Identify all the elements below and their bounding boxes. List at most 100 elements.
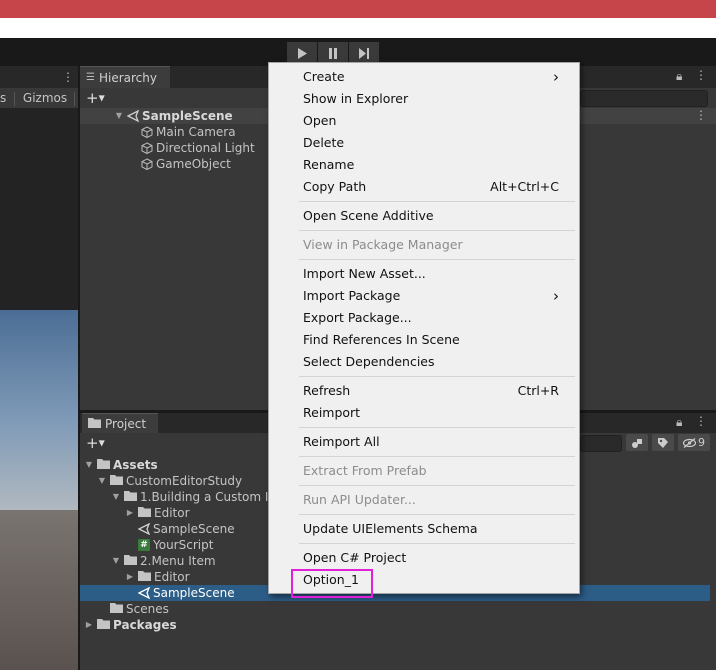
tree-item-samplescene[interactable]: SampleScene — [138, 521, 235, 537]
tab-project[interactable]: Project — [82, 413, 158, 433]
scene-more-icon[interactable]: ⋮ — [695, 108, 707, 122]
gizmos-prefix: s — [0, 91, 7, 105]
expand-arrow-icon[interactable]: ▼ — [84, 457, 94, 473]
step-button[interactable] — [349, 42, 379, 64]
menu-item-create[interactable]: Create › — [303, 66, 559, 88]
submenu-arrow-icon: › — [553, 68, 559, 86]
menu-item-copy-path[interactable]: Copy Path Alt+Ctrl+C — [303, 176, 559, 198]
step-icon — [358, 47, 369, 59]
menu-item-rename[interactable]: Rename — [303, 154, 559, 176]
collapse-arrow-icon[interactable]: ▶ — [84, 617, 94, 633]
menu-item-label: Open Scene Additive — [303, 208, 434, 223]
menu-item-label: Show in Explorer — [303, 91, 409, 106]
menu-separator — [299, 201, 575, 202]
submenu-arrow-icon: › — [553, 287, 559, 305]
expand-arrow-icon[interactable]: ▼ — [97, 473, 107, 489]
menu-item-open-csharp-project[interactable]: Open C# Project — [303, 547, 559, 569]
unity-scene-icon — [138, 587, 150, 599]
folder-icon — [110, 601, 123, 617]
hierarchy-item-label: Directional Light — [156, 141, 255, 155]
gizmos-button[interactable]: Gizmos — [23, 91, 67, 105]
play-button[interactable] — [287, 42, 317, 64]
pause-icon — [329, 47, 337, 59]
menu-item-open[interactable]: Open — [303, 110, 559, 132]
menu-separator — [299, 456, 575, 457]
tree-item-label: Editor — [154, 570, 190, 584]
tree-item-label: 2.Menu Item — [140, 554, 216, 568]
hierarchy-scene-item[interactable]: ▼ SampleScene — [114, 108, 233, 124]
project-add-button[interactable]: +▼ — [86, 434, 105, 452]
menu-item-refresh[interactable]: Refresh Ctrl+R — [303, 380, 559, 402]
menu-item-label: Select Dependencies — [303, 354, 435, 369]
hierarchy-item[interactable]: Main Camera — [141, 124, 236, 140]
tree-item-label: SampleScene — [153, 586, 235, 600]
collapse-arrow-icon[interactable]: ▶ — [125, 569, 135, 585]
tree-item-assets[interactable]: ▼ Assets — [84, 457, 158, 473]
menu-item-import-new-asset[interactable]: Import New Asset... — [303, 263, 559, 285]
project-search-input[interactable] — [580, 435, 622, 452]
chevron-down-icon: ▼ — [98, 438, 105, 448]
menu-separator — [299, 543, 575, 544]
hidden-packages-toggle[interactable]: 9 — [678, 434, 710, 451]
menu-item-import-package[interactable]: Import Package › — [303, 285, 559, 307]
tab-hierarchy[interactable]: ☰ Hierarchy — [80, 66, 170, 88]
hierarchy-item[interactable]: GameObject — [141, 156, 231, 172]
hierarchy-item[interactable]: Directional Light — [141, 140, 255, 156]
menu-item-reimport-all[interactable]: Reimport All — [303, 431, 559, 453]
tree-item-editor[interactable]: ▶ Editor — [125, 569, 190, 585]
menu-item-export-package[interactable]: Export Package... — [303, 307, 559, 329]
unity-scene-icon — [138, 523, 150, 535]
collapse-arrow-icon[interactable]: ▶ — [125, 505, 135, 521]
menu-separator — [299, 376, 575, 377]
search-by-label-button[interactable] — [652, 434, 674, 451]
tree-item-custom-editor-study[interactable]: ▼ CustomEditorStudy — [97, 473, 242, 489]
gameobject-cube-icon — [141, 126, 153, 138]
menu-item-label: Run API Updater... — [303, 492, 416, 507]
expand-arrow-icon[interactable]: ▼ — [111, 553, 121, 569]
scene-skybox — [0, 310, 78, 510]
gizmos-control[interactable]: s Gizmos ▼ — [0, 89, 89, 107]
menu-item-label: Update UIElements Schema — [303, 521, 478, 536]
menu-item-open-scene-additive[interactable]: Open Scene Additive — [303, 205, 559, 227]
tree-item-menu-item[interactable]: ▼ 2.Menu Item — [111, 553, 216, 569]
menu-item-reimport[interactable]: Reimport — [303, 402, 559, 424]
menu-item-label: Rename — [303, 157, 355, 172]
menu-item-label: Import New Asset... — [303, 266, 426, 281]
folder-open-icon — [110, 473, 123, 489]
tree-item-packages[interactable]: ▶ Packages — [84, 617, 177, 633]
tree-item-samplescene-selected[interactable]: SampleScene — [138, 585, 235, 601]
expand-arrow-icon[interactable]: ▼ — [114, 108, 124, 124]
expand-arrow-icon[interactable]: ▼ — [111, 489, 121, 505]
scene-more-icon[interactable]: ⋮ — [62, 70, 74, 84]
hierarchy-tab-label: Hierarchy — [98, 70, 157, 85]
tree-item-editor[interactable]: ▶ Editor — [125, 505, 190, 521]
tree-item-yourscript[interactable]: # YourScript — [138, 537, 213, 553]
hierarchy-more-icon[interactable]: ⋮ — [695, 68, 707, 82]
lock-icon[interactable]: 🔒︎ — [676, 415, 682, 430]
search-by-type-button[interactable] — [626, 434, 648, 451]
tree-item-label: 1.Building a Custom Ins — [140, 490, 283, 504]
menu-bar — [0, 18, 716, 38]
hidden-packages-count: 9 — [698, 436, 705, 449]
menu-item-label: Copy Path — [303, 179, 367, 194]
pause-button[interactable] — [318, 42, 348, 64]
add-label: + — [86, 89, 99, 107]
menu-item-find-references[interactable]: Find References In Scene — [303, 329, 559, 351]
project-more-icon[interactable]: ⋮ — [695, 414, 707, 428]
hierarchy-add-button[interactable]: +▼ — [86, 89, 105, 107]
csharp-script-icon: # — [138, 539, 150, 551]
hierarchy-item-label: GameObject — [156, 157, 231, 171]
menu-separator — [299, 514, 575, 515]
lock-icon[interactable]: 🔒︎ — [676, 69, 682, 84]
tree-item-scenes[interactable]: Scenes — [110, 601, 169, 617]
menu-item-label: Delete — [303, 135, 345, 150]
menu-item-show-in-explorer[interactable]: Show in Explorer — [303, 88, 559, 110]
tree-item-building[interactable]: ▼ 1.Building a Custom Ins — [111, 489, 282, 505]
menu-item-label: Extract From Prefab — [303, 463, 427, 478]
menu-item-delete[interactable]: Delete — [303, 132, 559, 154]
toolbar-divider — [73, 91, 75, 106]
menu-item-update-uielements-schema[interactable]: Update UIElements Schema — [303, 518, 559, 540]
tree-item-label: SampleScene — [153, 522, 235, 536]
menu-item-select-dependencies[interactable]: Select Dependencies — [303, 351, 559, 373]
hierarchy-search-input[interactable] — [580, 90, 708, 107]
